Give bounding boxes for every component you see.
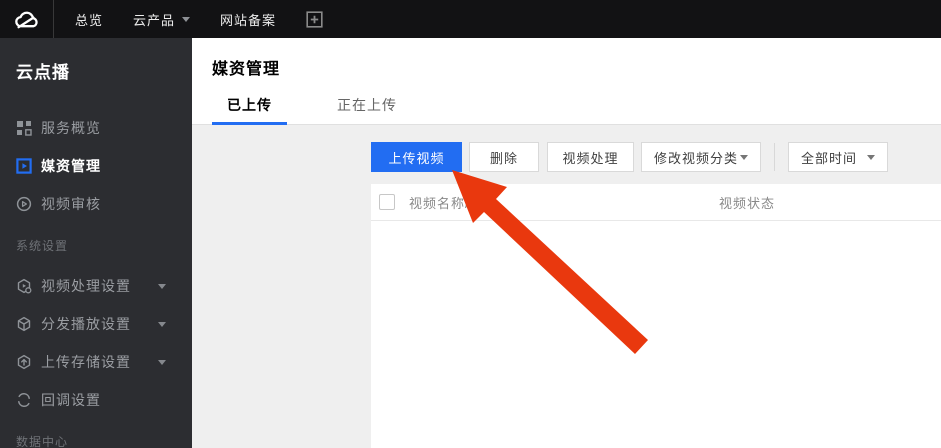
plus-square-icon [306, 10, 323, 28]
sidebar: 云点播 服务概览 媒资管理 视频审核 系统设置 视频处理设置 分发播放设置 上传… [0, 38, 192, 448]
time-filter-dropdown[interactable]: 全部时间 [788, 142, 888, 172]
page-title: 媒资管理 [212, 61, 281, 78]
tab-bar: 已上传 正在上传 [212, 92, 447, 125]
sidebar-item-label: 上传存储设置 [41, 354, 131, 370]
modify-category-dropdown[interactable]: 修改视频分类 [641, 142, 761, 172]
table-header-row: 视频名称/ID 视频状态 [371, 184, 941, 221]
sidebar-item-label: 视频审核 [41, 196, 101, 212]
video-process-button[interactable]: 视频处理 [547, 142, 634, 172]
media-play-icon [16, 158, 32, 174]
cube-icon [16, 316, 32, 332]
sidebar-product-title: 云点播 [16, 63, 70, 82]
sidebar-item-label: 回调设置 [41, 392, 101, 408]
cloud-icon [15, 11, 38, 28]
sidebar-item-distribution-playback-settings[interactable]: 分发播放设置 [0, 305, 192, 343]
sidebar-item-upload-storage-settings[interactable]: 上传存储设置 [0, 343, 192, 381]
topbar: 总览 云产品 网站备案 [0, 0, 941, 38]
sidebar-item-label: 视频处理设置 [41, 278, 131, 294]
delete-button[interactable]: 删除 [469, 142, 539, 172]
toolbar: 上传视频 删除 视频处理 修改视频分类 全部时间 [371, 142, 888, 172]
column-header-video-status: 视频状态 [719, 195, 776, 211]
sidebar-item-video-review[interactable]: 视频审核 [0, 185, 192, 223]
topbar-item-overview[interactable]: 总览 [75, 10, 103, 29]
sidebar-item-video-processing-settings[interactable]: 视频处理设置 [0, 267, 192, 305]
chevron-down-icon [182, 16, 191, 22]
chevron-down-icon [867, 154, 875, 160]
video-process-icon [16, 278, 32, 294]
sidebar-item-label: 分发播放设置 [41, 316, 131, 332]
tab-uploading[interactable]: 正在上传 [322, 92, 412, 125]
topbar-item-label: 云产品 [133, 12, 176, 28]
sidebar-item-media-assets[interactable]: 媒资管理 [0, 147, 192, 185]
chevron-down-icon [158, 283, 166, 289]
topbar-item-label: 网站备案 [220, 12, 277, 28]
column-header-video-name: 视频名称/ID [409, 195, 485, 211]
page-header: 媒资管理 已上传 正在上传 [192, 38, 941, 125]
time-filter-label: 全部时间 [801, 150, 858, 166]
add-shortcut-button[interactable] [306, 10, 323, 28]
upload-video-button[interactable]: 上传视频 [371, 142, 462, 172]
select-all-checkbox[interactable] [379, 194, 395, 210]
sidebar-menu: 服务概览 媒资管理 视频审核 系统设置 视频处理设置 分发播放设置 上传存储设置… [0, 109, 192, 448]
sidebar-item-service-overview[interactable]: 服务概览 [0, 109, 192, 147]
topbar-item-label: 总览 [75, 12, 104, 28]
sidebar-section-data-center: 数据中心 [16, 434, 69, 448]
topbar-item-icp-filing[interactable]: 网站备案 [220, 10, 276, 29]
video-review-icon [16, 196, 32, 212]
toolbar-divider [774, 143, 775, 171]
sidebar-item-callback-settings[interactable]: 回调设置 [0, 381, 192, 419]
grid-icon [16, 120, 32, 136]
chevron-down-icon [740, 154, 748, 160]
topbar-item-cloud-products[interactable]: 云产品 [133, 10, 191, 29]
main-content: 媒资管理 已上传 正在上传 上传视频 删除 视频处理 修改视频分类 全部时间 视… [192, 38, 941, 448]
sidebar-section-system-settings: 系统设置 [16, 238, 69, 253]
modify-category-label: 修改视频分类 [654, 150, 739, 166]
chevron-down-icon [158, 359, 166, 365]
sidebar-item-label: 服务概览 [41, 120, 101, 136]
sidebar-item-label: 媒资管理 [41, 158, 101, 174]
media-table-card: 视频名称/ID 视频状态 [371, 184, 941, 448]
chevron-down-icon [158, 321, 166, 327]
topbar-nav: 总览 云产品 网站备案 [75, 10, 323, 29]
tencent-cloud-logo[interactable] [0, 0, 54, 38]
tab-uploaded[interactable]: 已上传 [212, 92, 287, 125]
callback-icon [16, 392, 32, 408]
upload-storage-icon [16, 354, 32, 370]
